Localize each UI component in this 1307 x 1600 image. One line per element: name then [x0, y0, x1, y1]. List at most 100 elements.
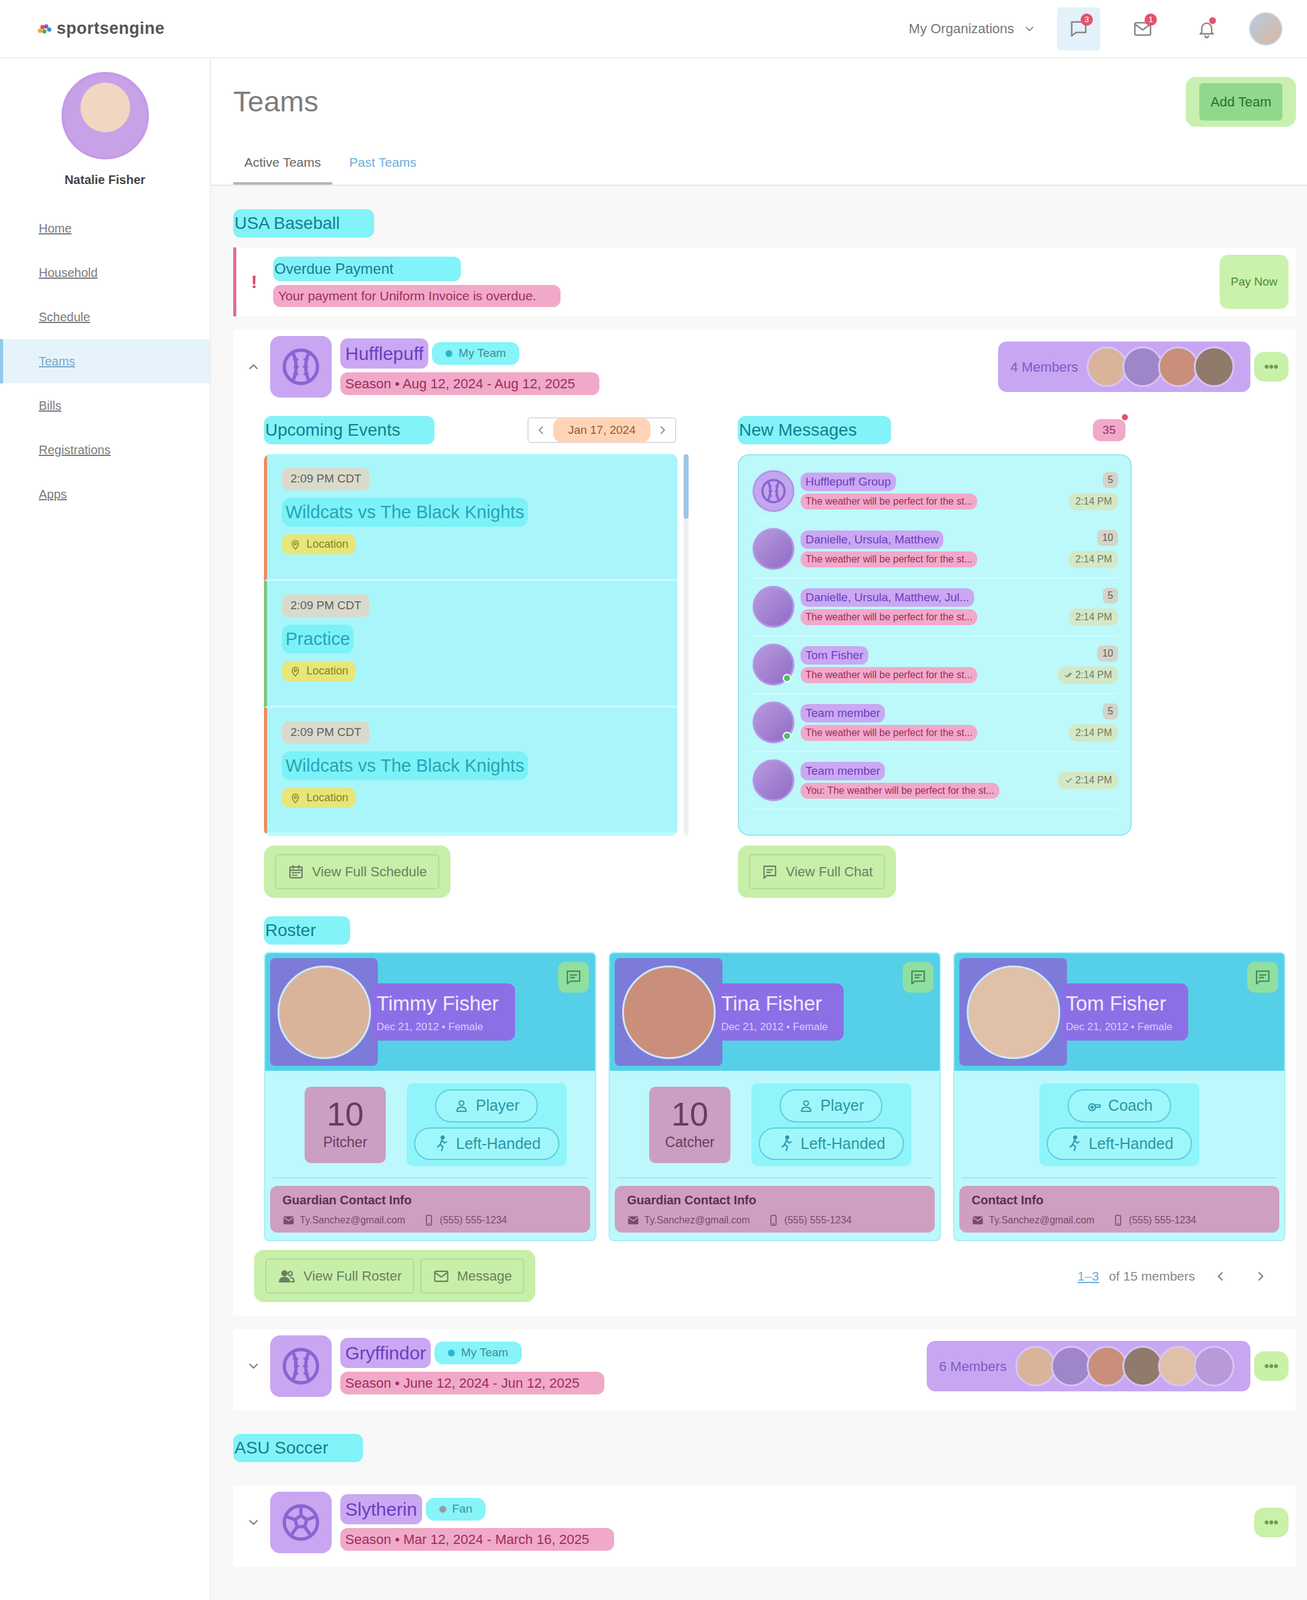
sidebar-item[interactable]: Apps: [0, 471, 210, 517]
tab[interactable]: Active Teams: [233, 145, 333, 185]
message-sender: Hufflepuff Group: [800, 472, 896, 492]
message-row[interactable]: Danielle, Ursula, MatthewThe weather wil…: [752, 520, 1119, 579]
sidebar-item[interactable]: Home: [0, 206, 210, 251]
message-row[interactable]: Danielle, Ursula, Matthew, Jul...The wea…: [752, 578, 1119, 637]
message-team-button[interactable]: Message: [420, 1258, 525, 1294]
tag-label: My Team: [460, 1343, 509, 1362]
scrollbar[interactable]: [683, 454, 689, 836]
team-header[interactable]: GryffindorMy TeamSeason • June 12, 2024 …: [245, 1335, 1289, 1397]
event-item[interactable]: 2:09 PM CDTWildcats vs The Black Knights…: [263, 454, 678, 581]
member-avatar: [1158, 1345, 1199, 1387]
sidebar-item[interactable]: Registrations: [0, 427, 210, 472]
roster-card[interactable]: Tom FisherDec 21, 2012 • Female CoachLeft…: [953, 951, 1286, 1242]
chat-badge: 3: [1080, 13, 1093, 26]
contact-phone[interactable]: (555) 555-1234: [1111, 1212, 1197, 1228]
chevron-left-icon[interactable]: [1204, 1268, 1236, 1284]
contact-email[interactable]: Ty.Sanchez@gmail.com: [282, 1212, 406, 1228]
message-member-button[interactable]: [558, 961, 589, 993]
pager-range[interactable]: 1–3: [1077, 1266, 1100, 1287]
logo[interactable]: sportsengine: [36, 15, 165, 42]
contact-phone[interactable]: (555) 555-1234: [767, 1212, 852, 1228]
person-icon: [798, 1097, 815, 1114]
message-text: Team memberYou: The weather will be perf…: [800, 761, 1051, 800]
mail-button[interactable]: 1: [1121, 7, 1165, 51]
message-meta: 102:14 PM: [1056, 529, 1119, 568]
roster-actions: View Full RosterMessage: [254, 1249, 536, 1303]
team-actions: [1254, 1507, 1289, 1538]
message-row[interactable]: Team memberThe weather will be perfect f…: [752, 694, 1119, 752]
notifications-button[interactable]: [1185, 7, 1229, 51]
message-meta: 52:14 PM: [1056, 471, 1119, 511]
chat-button[interactable]: 3: [1057, 7, 1101, 51]
more-button[interactable]: [1254, 1351, 1289, 1381]
view-chat-button[interactable]: View Full Chat: [748, 854, 885, 890]
date-picker[interactable]: Jan 17, 2024: [527, 417, 677, 444]
account-avatar[interactable]: [1249, 12, 1283, 46]
team-card: HufflepuffMy TeamSeason • Aug 12, 2024 -…: [233, 329, 1296, 1316]
sidebar-item[interactable]: Teams: [0, 339, 210, 384]
role-pill: Coach: [1067, 1089, 1172, 1123]
team-header[interactable]: SlytherinFanSeason • Mar 12, 2024 - Marc…: [245, 1491, 1289, 1554]
member-header: Tina FisherDec 21, 2012 • Female: [609, 953, 940, 1071]
sidebar-item[interactable]: Bills: [0, 383, 210, 428]
team-name: Hufflepuff: [340, 338, 429, 369]
member-name-box: Tina FisherDec 21, 2012 • Female: [716, 983, 844, 1041]
members-summary[interactable]: 6 Members: [926, 1340, 1251, 1392]
message-preview: The weather will be perfect for the st..…: [800, 493, 978, 510]
message-avatar: [752, 759, 795, 802]
roster-card[interactable]: Tina FisherDec 21, 2012 • Female 10Catche…: [608, 951, 941, 1242]
chevron-right-icon[interactable]: [1245, 1268, 1277, 1284]
message-avatar: [752, 585, 795, 628]
message-member-button[interactable]: [1247, 961, 1279, 993]
message-icon: [761, 863, 779, 881]
add-team-button[interactable]: Add Team: [1199, 83, 1283, 121]
chat-actions: View Full Chat: [737, 845, 896, 898]
jersey-box: 10Catcher: [649, 1086, 731, 1164]
members-summary[interactable]: 4 Members: [998, 341, 1251, 392]
roster-card[interactable]: Timmy FisherDec 21, 2012 • Female10Pitch…: [263, 951, 597, 1242]
sidebar-item[interactable]: Schedule: [0, 294, 210, 340]
whistle-icon: [1086, 1097, 1103, 1114]
message-row[interactable]: Tom FisherThe weather will be perfect fo…: [752, 636, 1119, 695]
team-columns: Upcoming EventsJan 17, 2024 2:09 PM CDTWi…: [263, 415, 1289, 898]
baseball-icon: [278, 1343, 324, 1389]
more-dots-icon: [1263, 358, 1280, 375]
message-preview: The weather will be perfect for the st..…: [800, 667, 978, 684]
member-info: Dec 21, 2012 • Female: [1065, 1019, 1173, 1036]
message-row[interactable]: Hufflepuff GroupThe weather will be perf…: [752, 462, 1119, 521]
overdue-alert: !Overdue PaymentYour payment for Uniform…: [233, 247, 1296, 317]
tab[interactable]: Past Teams: [338, 145, 428, 185]
message-member-button[interactable]: [902, 961, 934, 993]
message-preview: The weather will be perfect for the st..…: [800, 609, 978, 626]
more-button[interactable]: [1254, 351, 1289, 382]
message-time: 2:14 PM: [1068, 608, 1119, 626]
events-header: Upcoming EventsJan 17, 2024: [263, 415, 689, 445]
role-pill: Player: [435, 1089, 538, 1123]
member-name: Tom Fisher: [1065, 988, 1173, 1020]
contact-email[interactable]: Ty.Sanchez@gmail.com: [971, 1212, 1095, 1228]
message-avatar: [752, 701, 795, 744]
peacock-logo-icon: [36, 22, 53, 36]
scrollbar-thumb[interactable]: [683, 454, 689, 519]
roster-grid: Timmy FisherDec 21, 2012 • Female10Pitch…: [263, 951, 1289, 1242]
chevron-left-icon: [528, 423, 554, 437]
view-schedule-button[interactable]: View Full Schedule: [275, 854, 440, 890]
message-row[interactable]: Team memberYou: The weather will be perf…: [752, 751, 1119, 810]
pay-now-button[interactable]: Pay Now: [1219, 254, 1289, 310]
more-button[interactable]: [1254, 1507, 1289, 1538]
member-photo: [277, 965, 372, 1060]
event-location: Location: [281, 534, 356, 555]
sidebar-item[interactable]: Household: [0, 250, 210, 295]
event-item[interactable]: 2:09 PM CDTPracticeLocation: [263, 580, 678, 708]
contact-phone[interactable]: (555) 555-1234: [422, 1212, 508, 1228]
member-details: CoachLeft-Handed: [954, 1070, 1285, 1178]
contact-label: Guardian Contact Info: [282, 1190, 578, 1210]
event-item[interactable]: 2:09 PM CDTWildcats vs The Black Knights…: [263, 707, 678, 835]
team-header[interactable]: HufflepuffMy TeamSeason • Aug 12, 2024 -…: [245, 335, 1289, 398]
member-avatar: [1193, 1345, 1235, 1387]
org-menu[interactable]: My Organizations: [908, 18, 1037, 39]
more-dots-icon: [1263, 1358, 1280, 1375]
view-roster-button[interactable]: View Full Roster: [265, 1258, 415, 1294]
contact-email[interactable]: Ty.Sanchez@gmail.com: [627, 1212, 751, 1228]
member-header: Timmy FisherDec 21, 2012 • Female: [265, 953, 596, 1071]
